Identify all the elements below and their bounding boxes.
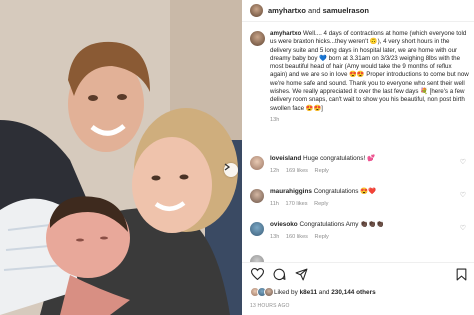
and-text: and <box>308 6 321 15</box>
liked-by-label: Liked by <box>274 288 298 296</box>
avatar[interactable] <box>250 156 264 170</box>
comment-time: 11h <box>270 200 279 207</box>
avatar <box>264 287 274 297</box>
share-icon[interactable] <box>294 267 308 281</box>
comment-username[interactable]: oviesoko <box>270 221 298 228</box>
action-bar <box>250 266 468 282</box>
comment-text: Congratulations 😍❤️ <box>313 188 377 195</box>
caption-username[interactable]: amyhartxo <box>270 30 301 37</box>
post-time-ago: 13 HOURS AGO <box>250 303 290 309</box>
comment-likes[interactable]: 169 likes <box>286 168 308 174</box>
comment-likes[interactable]: 170 likes <box>285 201 307 207</box>
comment-item <box>250 254 472 262</box>
heart-icon[interactable]: ♡ <box>460 224 466 232</box>
comment-icon[interactable] <box>272 267 286 281</box>
avatar[interactable] <box>250 31 265 46</box>
username-link[interactable]: amyhartxo <box>268 6 306 15</box>
reply-link[interactable]: Reply <box>314 201 328 207</box>
comment-likes[interactable]: 160 likes <box>286 234 308 240</box>
comment-text: Congratulations Amy 👏🏿👏🏿👏🏿 <box>299 221 385 228</box>
liked-by-user[interactable]: k8e11 <box>300 289 317 296</box>
bookmark-icon[interactable] <box>454 267 468 281</box>
comment-time: 12h <box>270 167 280 174</box>
heart-icon[interactable] <box>250 267 264 281</box>
comment-text: Huge congratulations! 💕 <box>303 155 375 162</box>
post-header: amyhartxo and samuelrason <box>242 0 474 22</box>
comment-time: 13h <box>270 233 280 240</box>
actions-divider <box>242 262 474 263</box>
collaborator-link[interactable]: samuelrason <box>323 6 369 15</box>
comment-item: maurahiggins Congratulations 😍❤️ 11h 170… <box>250 188 472 208</box>
chevron-right-icon[interactable] <box>224 163 238 177</box>
caption-time: 13h <box>270 116 280 123</box>
avatar[interactable] <box>250 255 264 262</box>
likes-summary[interactable]: Liked by k8e11 and 230,144 others <box>250 287 376 297</box>
comment-username[interactable]: loveisland <box>270 155 301 162</box>
reply-link[interactable]: Reply <box>315 234 329 240</box>
photo-illustration <box>0 0 242 315</box>
likes-count[interactable]: 230,144 others <box>331 289 375 296</box>
liker-avatars <box>250 287 274 297</box>
comment-item: loveisland Huge congratulations! 💕 12h 1… <box>250 155 472 175</box>
avatar[interactable] <box>250 4 263 17</box>
post-caption: amyhartxo Well.... 4 days of contraction… <box>250 30 472 124</box>
post-side-panel: amyhartxo and samuelrason amyhartxo Well… <box>242 0 474 315</box>
comment-username[interactable]: maurahiggins <box>270 188 312 195</box>
avatar[interactable] <box>250 189 264 203</box>
header-usernames: amyhartxo and samuelrason <box>268 6 369 15</box>
heart-icon[interactable]: ♡ <box>460 191 466 199</box>
reply-link[interactable]: Reply <box>315 168 329 174</box>
comment-item: oviesoko Congratulations Amy 👏🏿👏🏿👏🏿 13h … <box>250 221 472 241</box>
post-photo[interactable] <box>0 0 242 315</box>
likes-and: and <box>318 288 330 296</box>
avatar[interactable] <box>250 222 264 236</box>
caption-text: Well.... 4 days of contractions at home … <box>270 30 469 112</box>
heart-icon[interactable]: ♡ <box>460 158 466 166</box>
